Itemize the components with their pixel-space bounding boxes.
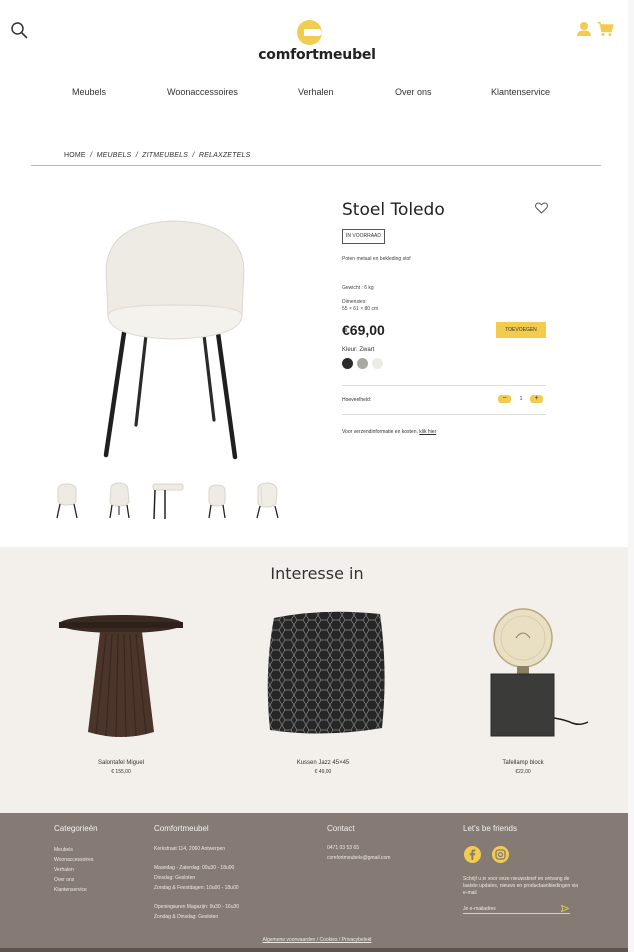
footer-link[interactable]: Klantenservice — [54, 885, 93, 895]
product-description: Poten metaal en bekleding stof — [342, 256, 411, 262]
footer: Categorieën Meubels Woonaccessoires Verh… — [0, 813, 634, 952]
main-nav: Meubels Woonaccessoires Verhalen Over on… — [0, 87, 634, 101]
recommended-product-name[interactable]: Tafellamp block — [448, 760, 598, 766]
kussen-image[interactable] — [258, 600, 388, 750]
shipping-text: Voor verzendinformatie en kosten, — [342, 429, 418, 435]
footer-social-title: Let's be friends — [463, 824, 518, 833]
quantity-value[interactable]: 1 — [517, 396, 525, 402]
color-label: Kleur: Zwart — [342, 347, 375, 353]
breadcrumb-item-zitmeubels[interactable]: ZITMEUBELS — [142, 152, 188, 159]
footer-company-title: Comfortmeubel — [154, 824, 209, 833]
color-swatch-grey[interactable] — [357, 358, 368, 369]
thumbnail-2[interactable] — [102, 481, 136, 521]
recommended-product-2[interactable]: Kussen Jazz 45×45 € 49,00 — [248, 600, 398, 775]
shipping-link[interactable]: klik hier — [419, 429, 436, 435]
footer-bottom-bar — [0, 948, 634, 952]
recommended-product-1[interactable]: Salontafel Miguel € 155,00 — [46, 600, 196, 775]
thumbnail-4[interactable] — [200, 481, 234, 521]
footer-link[interactable]: Verhalen — [54, 865, 93, 875]
breadcrumb-separator: / — [135, 152, 138, 159]
add-to-cart-button[interactable]: TOEVOEGEN — [496, 322, 546, 338]
recommended-product-price: €22,00 — [515, 769, 531, 775]
interest-title: Interesse in — [270, 564, 364, 583]
footer-link[interactable]: Woonaccessoires — [54, 855, 93, 865]
product-dimensions-label: Dimensies: — [342, 299, 367, 305]
divider — [342, 385, 546, 386]
color-swatch-white[interactable] — [372, 358, 383, 369]
product-weight: Gewicht : 6 kg — [342, 285, 374, 291]
divider — [342, 414, 546, 415]
thumbnail-1[interactable] — [50, 481, 84, 521]
breadcrumb-item-meubels[interactable]: MEUBELS — [97, 152, 132, 159]
quantity-decrease-button[interactable]: − — [498, 395, 511, 403]
product-dimensions: 55 × 61 × 80 cm — [342, 306, 379, 312]
salontafel-image[interactable] — [56, 600, 186, 750]
footer-link[interactable]: Meubels — [54, 845, 93, 855]
newsletter-input-underline — [463, 913, 570, 914]
product-price: €69,00 — [342, 322, 385, 338]
recommended-product-price: € 155,00 — [111, 769, 131, 775]
logo-text[interactable]: comfortmeubel — [0, 47, 634, 63]
instagram-icon[interactable] — [492, 846, 509, 863]
footer-contact-title: Contact — [327, 824, 355, 833]
shipping-info: Voor verzendinformatie en kosten, klik h… — [342, 429, 436, 435]
breadcrumb-separator: / — [90, 152, 93, 159]
facebook-icon[interactable] — [464, 846, 481, 863]
footer-hours: Dinsdag: Gesloten — [154, 875, 196, 881]
footer-hours: Zondag & Dinsdag: Gesloten — [154, 914, 219, 920]
nav-item-verhalen[interactable]: Verhalen — [298, 87, 334, 97]
recommended-product-name[interactable]: Salontafel Miguel — [46, 760, 196, 766]
nav-item-meubels[interactable]: Meubels — [72, 87, 106, 97]
footer-phone[interactable]: 0471 03 53 65 — [327, 843, 359, 853]
tafellamp-image[interactable] — [448, 600, 598, 750]
product-title: Stoel Toledo — [342, 200, 445, 220]
footer-hours: Zondag & Feestdagen: 10u00 - 18u00 — [154, 885, 239, 891]
logo-mark[interactable] — [297, 20, 322, 45]
footer-address: Kerkstraat 114, 2060 Antwerpen — [154, 846, 226, 852]
send-icon[interactable] — [561, 905, 569, 912]
footer-hours: Openingsuren Magazijn: 9u30 - 16u30 — [154, 904, 240, 910]
nav-item-klantenservice[interactable]: Klantenservice — [491, 87, 550, 97]
color-swatch-black[interactable] — [342, 358, 353, 369]
quantity-increase-button[interactable]: + — [530, 395, 543, 403]
thumbnail-3[interactable] — [151, 481, 185, 521]
footer-email[interactable]: comfortmeubels@gmail.com — [327, 853, 390, 863]
footer-legal-links[interactable]: Algemene voorwaarden / Cookies / Privacy… — [0, 937, 634, 943]
breadcrumb-home[interactable]: HOME — [64, 152, 86, 159]
recommended-product-name[interactable]: Kussen Jazz 45×45 — [248, 760, 398, 766]
thumbnail-5[interactable] — [250, 481, 284, 521]
breadcrumb-separator: / — [192, 152, 195, 159]
scrollbar[interactable] — [628, 0, 634, 952]
product-main-image[interactable] — [96, 215, 256, 460]
footer-hours: Maandag - Zaterdag: 09u30 - 18u00 — [154, 865, 235, 871]
breadcrumb: HOME / MEUBELS / ZITMEUBELS / RELAXZETEL… — [64, 152, 250, 159]
recommended-product-price: € 49,00 — [314, 769, 332, 775]
footer-categories: Meubels Woonaccessoires Verhalen Over on… — [54, 845, 93, 895]
footer-link[interactable]: Over ons — [54, 875, 93, 885]
search-icon[interactable] — [10, 21, 28, 39]
stock-badge: IN VOORRAAD — [342, 229, 386, 244]
newsletter-text: Schrijf u in voor onze nieuwsbrief en on… — [463, 876, 579, 896]
cart-icon[interactable] — [597, 21, 614, 37]
breadcrumb-item-relaxzetels[interactable]: RELAXZETELS — [199, 152, 251, 159]
footer-categories-title: Categorieën — [54, 824, 98, 833]
heart-icon[interactable] — [535, 202, 548, 214]
recommended-product-3[interactable]: Tafellamp block €22,00 — [448, 600, 598, 775]
user-icon[interactable] — [576, 21, 592, 37]
nav-item-over-ons[interactable]: Over ons — [395, 87, 432, 97]
quantity-label: Hoeveelheid: — [342, 397, 372, 403]
breadcrumb-divider — [31, 165, 601, 166]
nav-item-woonaccessoires[interactable]: Woonaccessoires — [167, 87, 238, 97]
